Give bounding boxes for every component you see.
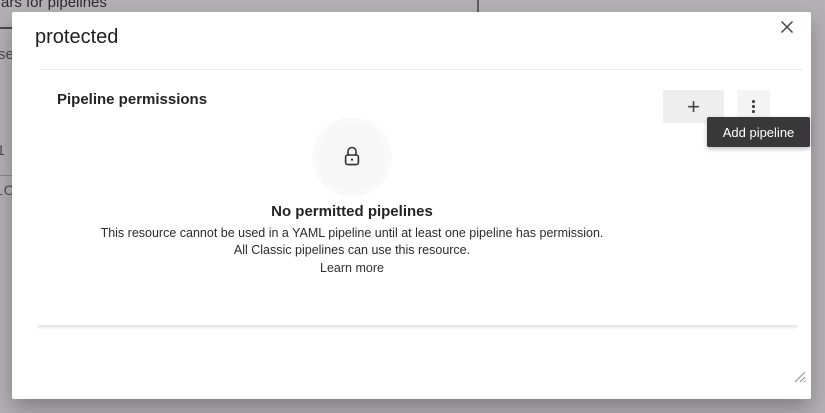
- header-divider: [40, 69, 803, 70]
- pipeline-permissions-dialog: protected Pipeline permissions + Add pip…: [12, 12, 811, 399]
- empty-state-line1: This resource cannot be used in a YAML p…: [40, 225, 664, 242]
- resize-grip[interactable]: [793, 370, 806, 383]
- resize-grip-icon: [793, 370, 806, 383]
- add-pipeline-tooltip: Add pipeline: [707, 117, 810, 147]
- close-icon: [780, 20, 794, 34]
- kebab-menu-icon: [752, 100, 755, 113]
- lock-icon: [342, 145, 362, 169]
- background-pane-divider: [477, 0, 479, 12]
- empty-state: No permitted pipelines This resource can…: [40, 203, 664, 277]
- section-heading: Pipeline permissions: [57, 91, 207, 108]
- tooltip-label: Add pipeline: [723, 125, 795, 140]
- footer-divider: [38, 325, 797, 327]
- background-page-heading-fragment: ars for pipelines: [1, 0, 107, 11]
- background-text-fragment-mid: 1: [0, 142, 5, 158]
- dialog-title: protected: [35, 26, 118, 49]
- empty-state-line2: All Classic pipelines can use this resou…: [40, 242, 664, 259]
- empty-state-title: No permitted pipelines: [40, 203, 664, 220]
- learn-more-link[interactable]: Learn more: [320, 260, 384, 277]
- plus-icon: +: [687, 96, 700, 118]
- close-button[interactable]: [773, 13, 801, 41]
- empty-state-circle: [312, 117, 392, 197]
